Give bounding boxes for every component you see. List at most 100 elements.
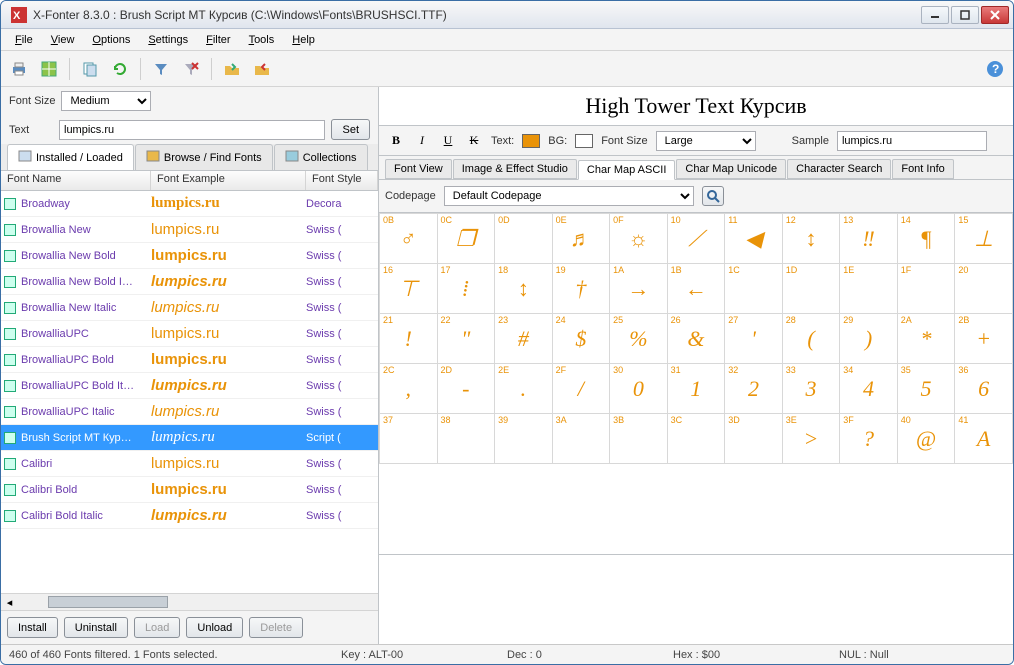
menu-file[interactable]: File bbox=[7, 32, 41, 48]
left-tab-1[interactable]: Browse / Find Fonts bbox=[135, 144, 273, 170]
right-tab-5[interactable]: Font Info bbox=[892, 159, 953, 179]
right-tab-3[interactable]: Char Map Unicode bbox=[676, 159, 786, 179]
char-cell[interactable]: 3F? bbox=[840, 414, 898, 464]
char-cell[interactable]: 14¶ bbox=[897, 214, 955, 264]
right-tab-0[interactable]: Font View bbox=[385, 159, 452, 179]
char-cell[interactable]: 13‼ bbox=[840, 214, 898, 264]
char-cell[interactable]: 12↕ bbox=[782, 214, 840, 264]
sample-input[interactable] bbox=[837, 131, 987, 151]
font-size-select[interactable]: Medium bbox=[61, 91, 151, 111]
font-row[interactable]: Browallia New Bold I…lumpics.ruSwiss ( bbox=[1, 269, 378, 295]
char-cell[interactable]: 2E. bbox=[495, 364, 553, 414]
font-row[interactable]: BrowalliaUPC Boldlumpics.ruSwiss ( bbox=[1, 347, 378, 373]
char-cell[interactable]: 25% bbox=[610, 314, 668, 364]
font-row[interactable]: BrowalliaUPC Italiclumpics.ruSwiss ( bbox=[1, 399, 378, 425]
char-cell[interactable]: 0D bbox=[495, 214, 553, 264]
menu-help[interactable]: Help bbox=[284, 32, 323, 48]
char-cell[interactable]: 1E bbox=[840, 264, 898, 314]
load-button[interactable]: Load bbox=[134, 617, 180, 638]
char-cell[interactable]: 40@ bbox=[897, 414, 955, 464]
bold-button[interactable]: B bbox=[387, 132, 405, 150]
font-row[interactable]: Calibri Bold Italiclumpics.ruSwiss ( bbox=[1, 503, 378, 529]
char-cell[interactable]: 3D bbox=[725, 414, 783, 464]
menu-tools[interactable]: Tools bbox=[241, 32, 283, 48]
copy-icon[interactable] bbox=[78, 57, 102, 81]
char-cell[interactable]: 1C bbox=[725, 264, 783, 314]
char-cell[interactable]: 17⁞ bbox=[437, 264, 495, 314]
char-cell[interactable]: 24$ bbox=[552, 314, 610, 364]
char-cell[interactable]: 0E♬ bbox=[552, 214, 610, 264]
char-cell[interactable]: 0F☼ bbox=[610, 214, 668, 264]
menu-settings[interactable]: Settings bbox=[140, 32, 196, 48]
char-cell[interactable]: 3C bbox=[667, 414, 725, 464]
col-header-name[interactable]: Font Name bbox=[1, 171, 151, 190]
char-cell[interactable]: 11◀ bbox=[725, 214, 783, 264]
close-button[interactable] bbox=[981, 6, 1009, 24]
font-row[interactable]: Brush Script MT Кур…lumpics.ruScript ( bbox=[1, 425, 378, 451]
sample-text-input[interactable] bbox=[59, 120, 325, 140]
clear-filter-icon[interactable] bbox=[179, 57, 203, 81]
right-tab-4[interactable]: Character Search bbox=[787, 159, 891, 179]
install-button[interactable]: Install bbox=[7, 617, 58, 638]
text-color-swatch[interactable] bbox=[522, 134, 540, 148]
char-cell[interactable]: 20 bbox=[955, 264, 1013, 314]
char-cell[interactable]: 18↕ bbox=[495, 264, 553, 314]
menu-view[interactable]: View bbox=[43, 32, 83, 48]
font-row[interactable]: Browallia New Boldlumpics.ruSwiss ( bbox=[1, 243, 378, 269]
char-cell[interactable]: 1F bbox=[897, 264, 955, 314]
font-row[interactable]: Calibri Boldlumpics.ruSwiss ( bbox=[1, 477, 378, 503]
strike-button[interactable]: K bbox=[465, 132, 483, 150]
char-cell[interactable]: 344 bbox=[840, 364, 898, 414]
char-cell[interactable]: 41A bbox=[955, 414, 1013, 464]
char-cell[interactable]: 38 bbox=[437, 414, 495, 464]
char-map[interactable]: 0B♂0C❐0D0E♬0F☼10⟋11◀12↕13‼14¶15⊥16⊤17⁞18… bbox=[379, 213, 1013, 554]
codepage-select[interactable]: Default Codepage bbox=[444, 186, 694, 206]
char-cell[interactable]: 37 bbox=[380, 414, 438, 464]
preview-fontsize-select[interactable]: Large bbox=[656, 131, 756, 151]
set-button[interactable]: Set bbox=[331, 119, 370, 140]
char-cell[interactable]: 0C❐ bbox=[437, 214, 495, 264]
char-cell[interactable]: 16⊤ bbox=[380, 264, 438, 314]
unload-button[interactable]: Unload bbox=[186, 617, 243, 638]
char-cell[interactable]: 2C, bbox=[380, 364, 438, 414]
left-tab-2[interactable]: Collections bbox=[274, 144, 368, 170]
char-cell[interactable]: 2A* bbox=[897, 314, 955, 364]
grid-icon[interactable] bbox=[37, 57, 61, 81]
bg-color-swatch[interactable] bbox=[575, 134, 593, 148]
lookup-button[interactable] bbox=[702, 186, 724, 206]
char-cell[interactable]: 2F/ bbox=[552, 364, 610, 414]
col-header-style[interactable]: Font Style bbox=[306, 171, 378, 190]
uninstall-button[interactable]: Uninstall bbox=[64, 617, 128, 638]
char-cell[interactable]: 3B bbox=[610, 414, 668, 464]
right-tab-2[interactable]: Char Map ASCII bbox=[578, 160, 675, 180]
col-header-example[interactable]: Font Example bbox=[151, 171, 306, 190]
char-cell[interactable]: 10⟋ bbox=[667, 214, 725, 264]
font-row[interactable]: Calibrilumpics.ruSwiss ( bbox=[1, 451, 378, 477]
print-icon[interactable] bbox=[7, 57, 31, 81]
char-cell[interactable]: 19† bbox=[552, 264, 610, 314]
folder-out-icon[interactable] bbox=[250, 57, 274, 81]
right-tab-1[interactable]: Image & Effect Studio bbox=[453, 159, 577, 179]
char-cell[interactable]: 2D- bbox=[437, 364, 495, 414]
char-cell[interactable]: 1B← bbox=[667, 264, 725, 314]
font-row[interactable]: Browallia New Italiclumpics.ruSwiss ( bbox=[1, 295, 378, 321]
char-cell[interactable]: 29) bbox=[840, 314, 898, 364]
char-cell[interactable]: 366 bbox=[955, 364, 1013, 414]
help-icon[interactable]: ? bbox=[983, 57, 1007, 81]
char-cell[interactable]: 23# bbox=[495, 314, 553, 364]
folder-in-icon[interactable] bbox=[220, 57, 244, 81]
char-cell[interactable]: 1D bbox=[782, 264, 840, 314]
char-cell[interactable]: 300 bbox=[610, 364, 668, 414]
menu-options[interactable]: Options bbox=[84, 32, 138, 48]
delete-button[interactable]: Delete bbox=[249, 617, 303, 638]
italic-button[interactable]: I bbox=[413, 132, 431, 150]
char-cell[interactable]: 28( bbox=[782, 314, 840, 364]
font-list[interactable]: Broadwaylumpics.ruDecoraBrowallia Newlum… bbox=[1, 191, 378, 593]
char-cell[interactable]: 355 bbox=[897, 364, 955, 414]
char-cell[interactable]: 1A→ bbox=[610, 264, 668, 314]
char-cell[interactable]: 39 bbox=[495, 414, 553, 464]
filter-icon[interactable] bbox=[149, 57, 173, 81]
char-cell[interactable]: 3A bbox=[552, 414, 610, 464]
char-cell[interactable]: 333 bbox=[782, 364, 840, 414]
char-cell[interactable]: 311 bbox=[667, 364, 725, 414]
